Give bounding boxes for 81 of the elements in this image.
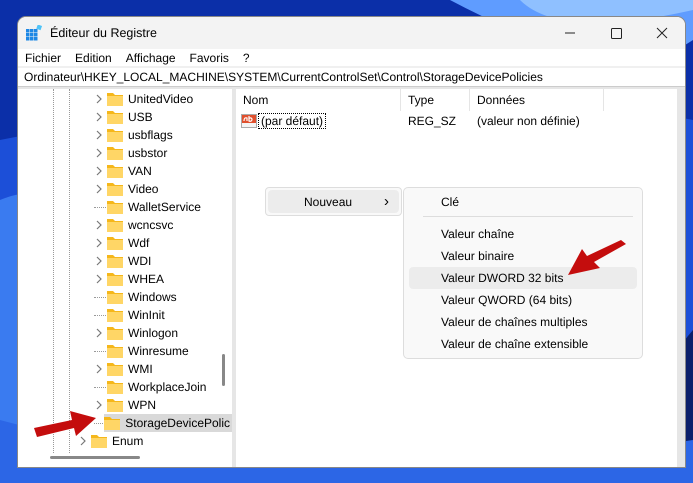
scrollbar[interactable] bbox=[222, 354, 225, 386]
menu-item[interactable]: Valeur de chaîne extensible bbox=[409, 333, 637, 355]
tree-item[interactable]: StorageDevicePolic bbox=[104, 414, 232, 432]
chevron-icon[interactable] bbox=[95, 220, 103, 230]
folder-icon bbox=[107, 146, 123, 160]
table-cell[interactable]: (par défaut) bbox=[258, 113, 326, 129]
string-value-icon bbox=[241, 114, 257, 128]
menu-item[interactable]: Valeur chaîne bbox=[409, 223, 637, 245]
tree-item[interactable]: USB bbox=[107, 108, 155, 126]
address-bar[interactable]: Ordinateur\HKEY_LOCAL_MACHINE\SYSTEM\CurrentControlSet\Control\StorageDevicePolicies bbox=[18, 68, 685, 87]
menu-item[interactable]: Affichage bbox=[126, 50, 176, 64]
tree-item[interactable]: WinInit bbox=[107, 306, 167, 324]
pointer-arrow bbox=[34, 411, 96, 437]
folder-icon bbox=[107, 128, 123, 142]
chevron-icon[interactable] bbox=[95, 94, 103, 104]
folder-icon bbox=[107, 164, 123, 178]
folder-icon bbox=[107, 344, 123, 358]
column-header[interactable]: Nom bbox=[236, 89, 401, 111]
menu-item[interactable]: Favoris bbox=[190, 50, 229, 64]
chevron-icon[interactable] bbox=[95, 328, 103, 338]
menu-item[interactable]: ? bbox=[242, 50, 250, 64]
chevron-icon[interactable] bbox=[95, 166, 103, 176]
menu-item[interactable]: Valeur DWORD 32 bits bbox=[409, 267, 637, 289]
chevron-icon[interactable] bbox=[95, 400, 103, 410]
chevron-icon[interactable] bbox=[95, 238, 103, 248]
tree-item[interactable]: wcncsvc bbox=[107, 216, 176, 234]
folder-icon bbox=[107, 200, 123, 214]
menu-item[interactable]: Clé bbox=[409, 191, 637, 213]
scrollbar[interactable] bbox=[50, 456, 140, 459]
chevron-icon[interactable] bbox=[95, 148, 103, 158]
tree-item[interactable]: WHEA bbox=[107, 270, 166, 288]
folder-icon bbox=[107, 236, 123, 250]
tree-item[interactable]: Video bbox=[107, 180, 160, 198]
menu-item[interactable]: Edition bbox=[75, 50, 112, 64]
menu-item[interactable]: Valeur QWORD (64 bits) bbox=[409, 289, 637, 311]
folder-icon bbox=[107, 272, 123, 286]
tree-item[interactable]: usbstor bbox=[107, 144, 170, 162]
table-cell-text: REG_SZ bbox=[407, 114, 458, 128]
folder-icon bbox=[107, 110, 123, 124]
tree-item[interactable]: WDI bbox=[107, 252, 154, 270]
column-header[interactable]: Type bbox=[401, 89, 470, 111]
chevron-icon[interactable] bbox=[95, 112, 103, 122]
chevron-icon[interactable] bbox=[95, 256, 103, 266]
folder-icon bbox=[107, 380, 123, 394]
table-cell-text: (valeur non définie) bbox=[476, 114, 581, 128]
folder-icon bbox=[107, 290, 123, 304]
menu-item[interactable]: Nouveau › bbox=[268, 190, 399, 213]
tree-item[interactable]: Enum bbox=[91, 432, 146, 450]
folder-icon bbox=[107, 218, 123, 232]
folder-icon bbox=[91, 434, 107, 448]
tree-item[interactable]: WorkplaceJoin bbox=[107, 378, 208, 396]
chevron-icon[interactable] bbox=[95, 364, 103, 374]
menu-item[interactable]: Valeur de chaînes multiples bbox=[409, 311, 637, 333]
tree-item[interactable]: Windows bbox=[107, 288, 179, 306]
tree-item[interactable]: UnitedVideo bbox=[107, 90, 196, 108]
folder-icon bbox=[107, 362, 123, 376]
chevron-icon[interactable] bbox=[95, 130, 103, 140]
chevron-icon[interactable] bbox=[95, 184, 103, 194]
pointer-arrow bbox=[568, 240, 626, 275]
folder-icon bbox=[107, 254, 123, 268]
folder-icon bbox=[104, 416, 120, 430]
window-title: Éditeur du Registre bbox=[50, 26, 158, 40]
tree-item[interactable]: Winresume bbox=[107, 342, 191, 360]
folder-icon bbox=[107, 92, 123, 106]
menu-item[interactable]: Fichier bbox=[25, 50, 62, 64]
folder-icon bbox=[107, 308, 123, 322]
tree-item[interactable]: Wdf bbox=[107, 234, 152, 252]
chevron-icon[interactable] bbox=[79, 436, 87, 446]
tree-item[interactable]: usbflags bbox=[107, 126, 175, 144]
tree-item[interactable]: WPN bbox=[107, 396, 158, 414]
tree-item[interactable]: VAN bbox=[107, 162, 154, 180]
registry-icon bbox=[26, 25, 42, 41]
folder-icon bbox=[107, 398, 123, 412]
menu-item[interactable]: Valeur binaire bbox=[409, 245, 637, 267]
column-header[interactable]: Données bbox=[470, 89, 604, 111]
folder-icon bbox=[107, 326, 123, 340]
tree-item[interactable]: WMI bbox=[107, 360, 155, 378]
folder-icon bbox=[107, 182, 123, 196]
tree-item[interactable]: WalletService bbox=[107, 198, 203, 216]
chevron-icon[interactable] bbox=[95, 274, 103, 284]
tree-item[interactable]: Winlogon bbox=[107, 324, 180, 342]
